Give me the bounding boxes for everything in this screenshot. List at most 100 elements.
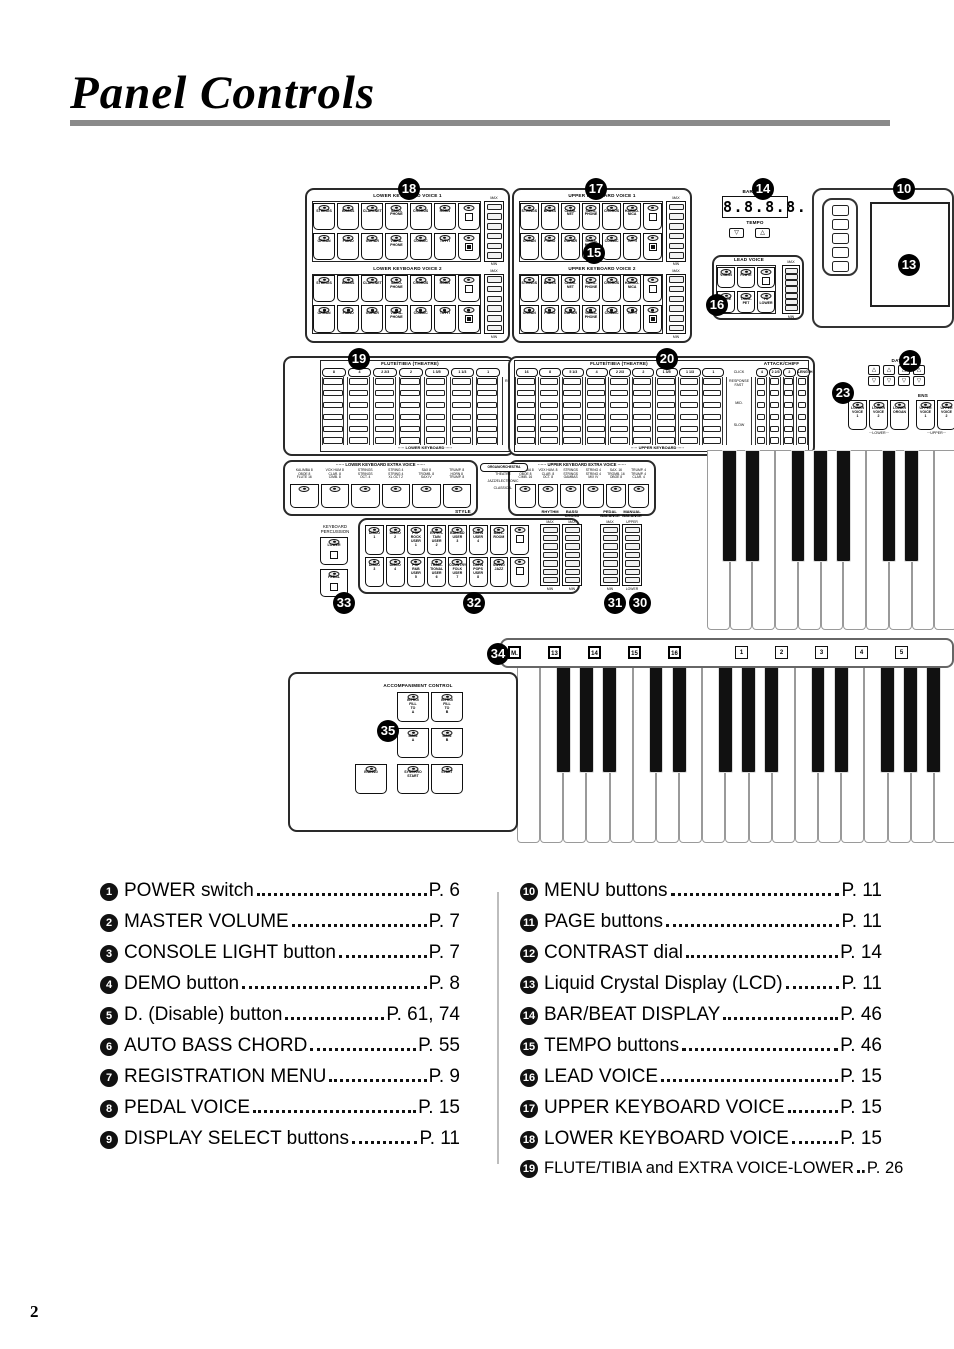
lower-keyboard-voice-button-2-1-3[interactable]: CLARI-NET [361,275,384,303]
lower-keyboard-voice-button-2-1-7[interactable] [457,275,480,303]
upper-keyboard-voice-volume-slider-2[interactable] [666,273,686,334]
data-down-button-2[interactable]: ▽ [883,376,895,386]
lower-keyboard-voice-button-2-2-6[interactable]: TUTTI [433,305,456,333]
keyboard-percussion-button-1[interactable]: LOWER [320,537,348,565]
upper-extra-voice-button-6[interactable] [628,484,649,508]
accompaniment-intro-fill-2[interactable]: INTRO/FILL TO B [431,692,463,722]
lower-keyboard-voice-button-2-2-7[interactable] [457,305,480,333]
attack-drawbar-4[interactable] [796,377,808,445]
lower-keyboard-voice-button-1-2-4[interactable]: VIBRA-PHONE [385,232,408,260]
lower-keyboard-voice-button-1-1-1[interactable]: STRINGS [313,202,336,230]
style-button-2-2[interactable]: DISCO 4 [385,557,405,587]
flute-lower-drawbar-6[interactable] [450,377,473,445]
lower-keyboard-voice-button-1-1-6[interactable]: HORN [433,202,456,230]
flute-lower-drawbar-2[interactable] [347,377,370,445]
black-key[interactable] [555,658,571,773]
bass-chord-volume-slider[interactable] [562,524,582,586]
upper-keyboard-voice-button-2-2-7[interactable] [643,305,662,333]
black-key[interactable] [602,658,618,773]
upper-extra-voice-button-4[interactable] [583,484,604,508]
black-key[interactable] [904,450,919,562]
upper-keyboard-voice-button-1-2-1[interactable]: ORGAN [520,232,539,260]
style-button-1-4[interactable]: ENTER-TAIN USER 2 [427,525,446,555]
upper-keyboard-voice-button-2-1-3[interactable]: CLARI-NET [561,275,580,303]
registration-memory-button-2[interactable]: 13 [548,646,561,659]
flute-lower-drawbar-5[interactable] [424,377,448,445]
registration-memory-button-3[interactable]: 14 [588,646,601,659]
organ-orchestra-item-3[interactable]: CLASSICAL [480,486,526,491]
data-down-button-1[interactable]: ▽ [868,376,880,386]
black-key[interactable] [722,450,737,562]
upper-keyboard-voice-button-2-1-5[interactable]: CHORUS [602,275,621,303]
upper-keyboard-voice-button-2-1-2[interactable]: BRASS [540,275,560,303]
registration-number-button-1[interactable]: 1 [735,646,748,659]
attack-drawbar-3[interactable] [782,377,795,445]
organ-orchestra-item-1[interactable]: THEATRE [480,472,526,477]
upper-keyboard-voice-button-1-1-3[interactable]: CLARI-NET [561,202,580,230]
data-down-button-4[interactable]: ▽ [913,376,925,386]
flute-lower-drawbar-1[interactable] [321,377,345,445]
lead-voice-volume-slider[interactable] [782,265,800,314]
lower-keyboard-voice-button-2-1-6[interactable]: HORN [433,275,456,303]
style-button-2-8[interactable] [510,557,529,587]
menu-button-2[interactable] [832,219,849,230]
registration-memory-button-5[interactable]: 16 [668,646,681,659]
upper-keyboard-voice-button-1-1-6[interactable]: HARMO-NICA [622,202,642,230]
menu-button-3[interactable] [832,233,849,244]
lower-extra-voice-button-4[interactable] [381,484,410,508]
registration-memory-button-1[interactable]: M. [508,646,521,659]
upper-keyboard-voice-button-2-1-4[interactable]: SAXO-PHONE [581,275,601,303]
menu-button-5[interactable] [832,261,849,272]
black-key[interactable] [648,658,664,773]
style-button-2-5[interactable]: COUNTRY FOLK USER 7 [448,557,467,587]
flute-upper-drawbar-9[interactable] [701,377,723,445]
upper-keyboard-voice-volume-slider-1[interactable] [666,201,686,262]
upper-keyboard-voice-button-1-2-7[interactable] [643,232,662,260]
ens-button-5[interactable]: UPPER VOICE 2 [937,400,954,430]
upper-keyboard-voice-button-2-2-1[interactable]: ORGAN [520,305,539,333]
upper-keyboard-voice-button-1-2-2[interactable]: PIANO [540,232,560,260]
lower-extra-voice-button-3[interactable] [351,484,380,508]
black-key[interactable] [880,658,895,773]
black-key[interactable] [836,450,851,562]
lower-keyboard-voice-button-2-1-5[interactable]: CHORUS [409,275,432,303]
lead-voice-button-1-3[interactable] [757,266,775,288]
style-button-1-5[interactable]: BALLAD USER 3 [448,525,467,555]
upper-keyboard-voice-button-1-2-5[interactable]: COSMIC [602,232,621,260]
upper-keyboard-voice-button-2-2-5[interactable]: COSMIC [602,305,621,333]
flute-lower-drawbar-3[interactable] [372,377,396,445]
style-button-1-7[interactable]: BALL-ROOM [489,525,509,555]
lower-extra-voice-button-5[interactable] [412,484,441,508]
lower-keyboard-voice-button-2-1-4[interactable]: SAXO-PHONE [385,275,408,303]
menu-button-4[interactable] [832,247,849,258]
flute-upper-drawbar-5[interactable] [608,377,630,445]
style-button-1-3[interactable]: POP ROCK USER 1 [406,525,426,555]
upper-keyboard[interactable] [707,450,954,630]
tempo-up-button[interactable]: △ [755,228,770,238]
upper-keyboard-voice-button-1-1-7[interactable] [643,202,662,230]
lead-voice-button-2-2[interactable]: TRUM-PET [737,291,755,313]
rhythm-volume-slider[interactable] [540,524,560,586]
black-key[interactable] [810,658,826,773]
lower-extra-voice-button-6[interactable] [442,484,471,508]
lower-keyboard-voice-button-2-2-1[interactable]: ORGAN [313,305,336,333]
lower-keyboard-voice-button-1-1-5[interactable]: CHORUS [409,202,432,230]
black-key[interactable] [813,450,828,562]
organ-orchestra-item-2[interactable]: JAZZ/ELECTRONIC [480,479,526,484]
lower-keyboard-voice-button-1-2-3[interactable]: GUITAR [361,232,384,260]
lower-keyboard-voice-volume-slider-2[interactable] [484,273,504,334]
lower-keyboard-voice-button-2-2-4[interactable]: VIBRA-PHONE [385,305,408,333]
lower-keyboard-voice-button-1-1-3[interactable]: CLARI-NET [361,202,384,230]
upper-keyboard-voice-button-2-2-3[interactable]: GUITAR [561,305,580,333]
black-key[interactable] [764,658,780,773]
lower-keyboard-voice-button-1-2-5[interactable]: COSMIC [409,232,432,260]
upper-extra-voice-button-2[interactable] [537,484,559,508]
black-key[interactable] [671,658,687,773]
upper-keyboard-voice-button-2-2-2[interactable]: PIANO [540,305,560,333]
ens-button-1[interactable]: LOWER VOICE 1 [848,400,867,430]
lower-keyboard-voice-button-1-2-6[interactable]: TUTTI [433,232,456,260]
style-button-2-6[interactable]: LATIN POPS USER 8 [468,557,488,587]
flute-upper-drawbar-6[interactable] [631,377,653,445]
black-key[interactable] [903,658,919,773]
upper-keyboard-voice-button-2-1-7[interactable] [643,275,662,303]
